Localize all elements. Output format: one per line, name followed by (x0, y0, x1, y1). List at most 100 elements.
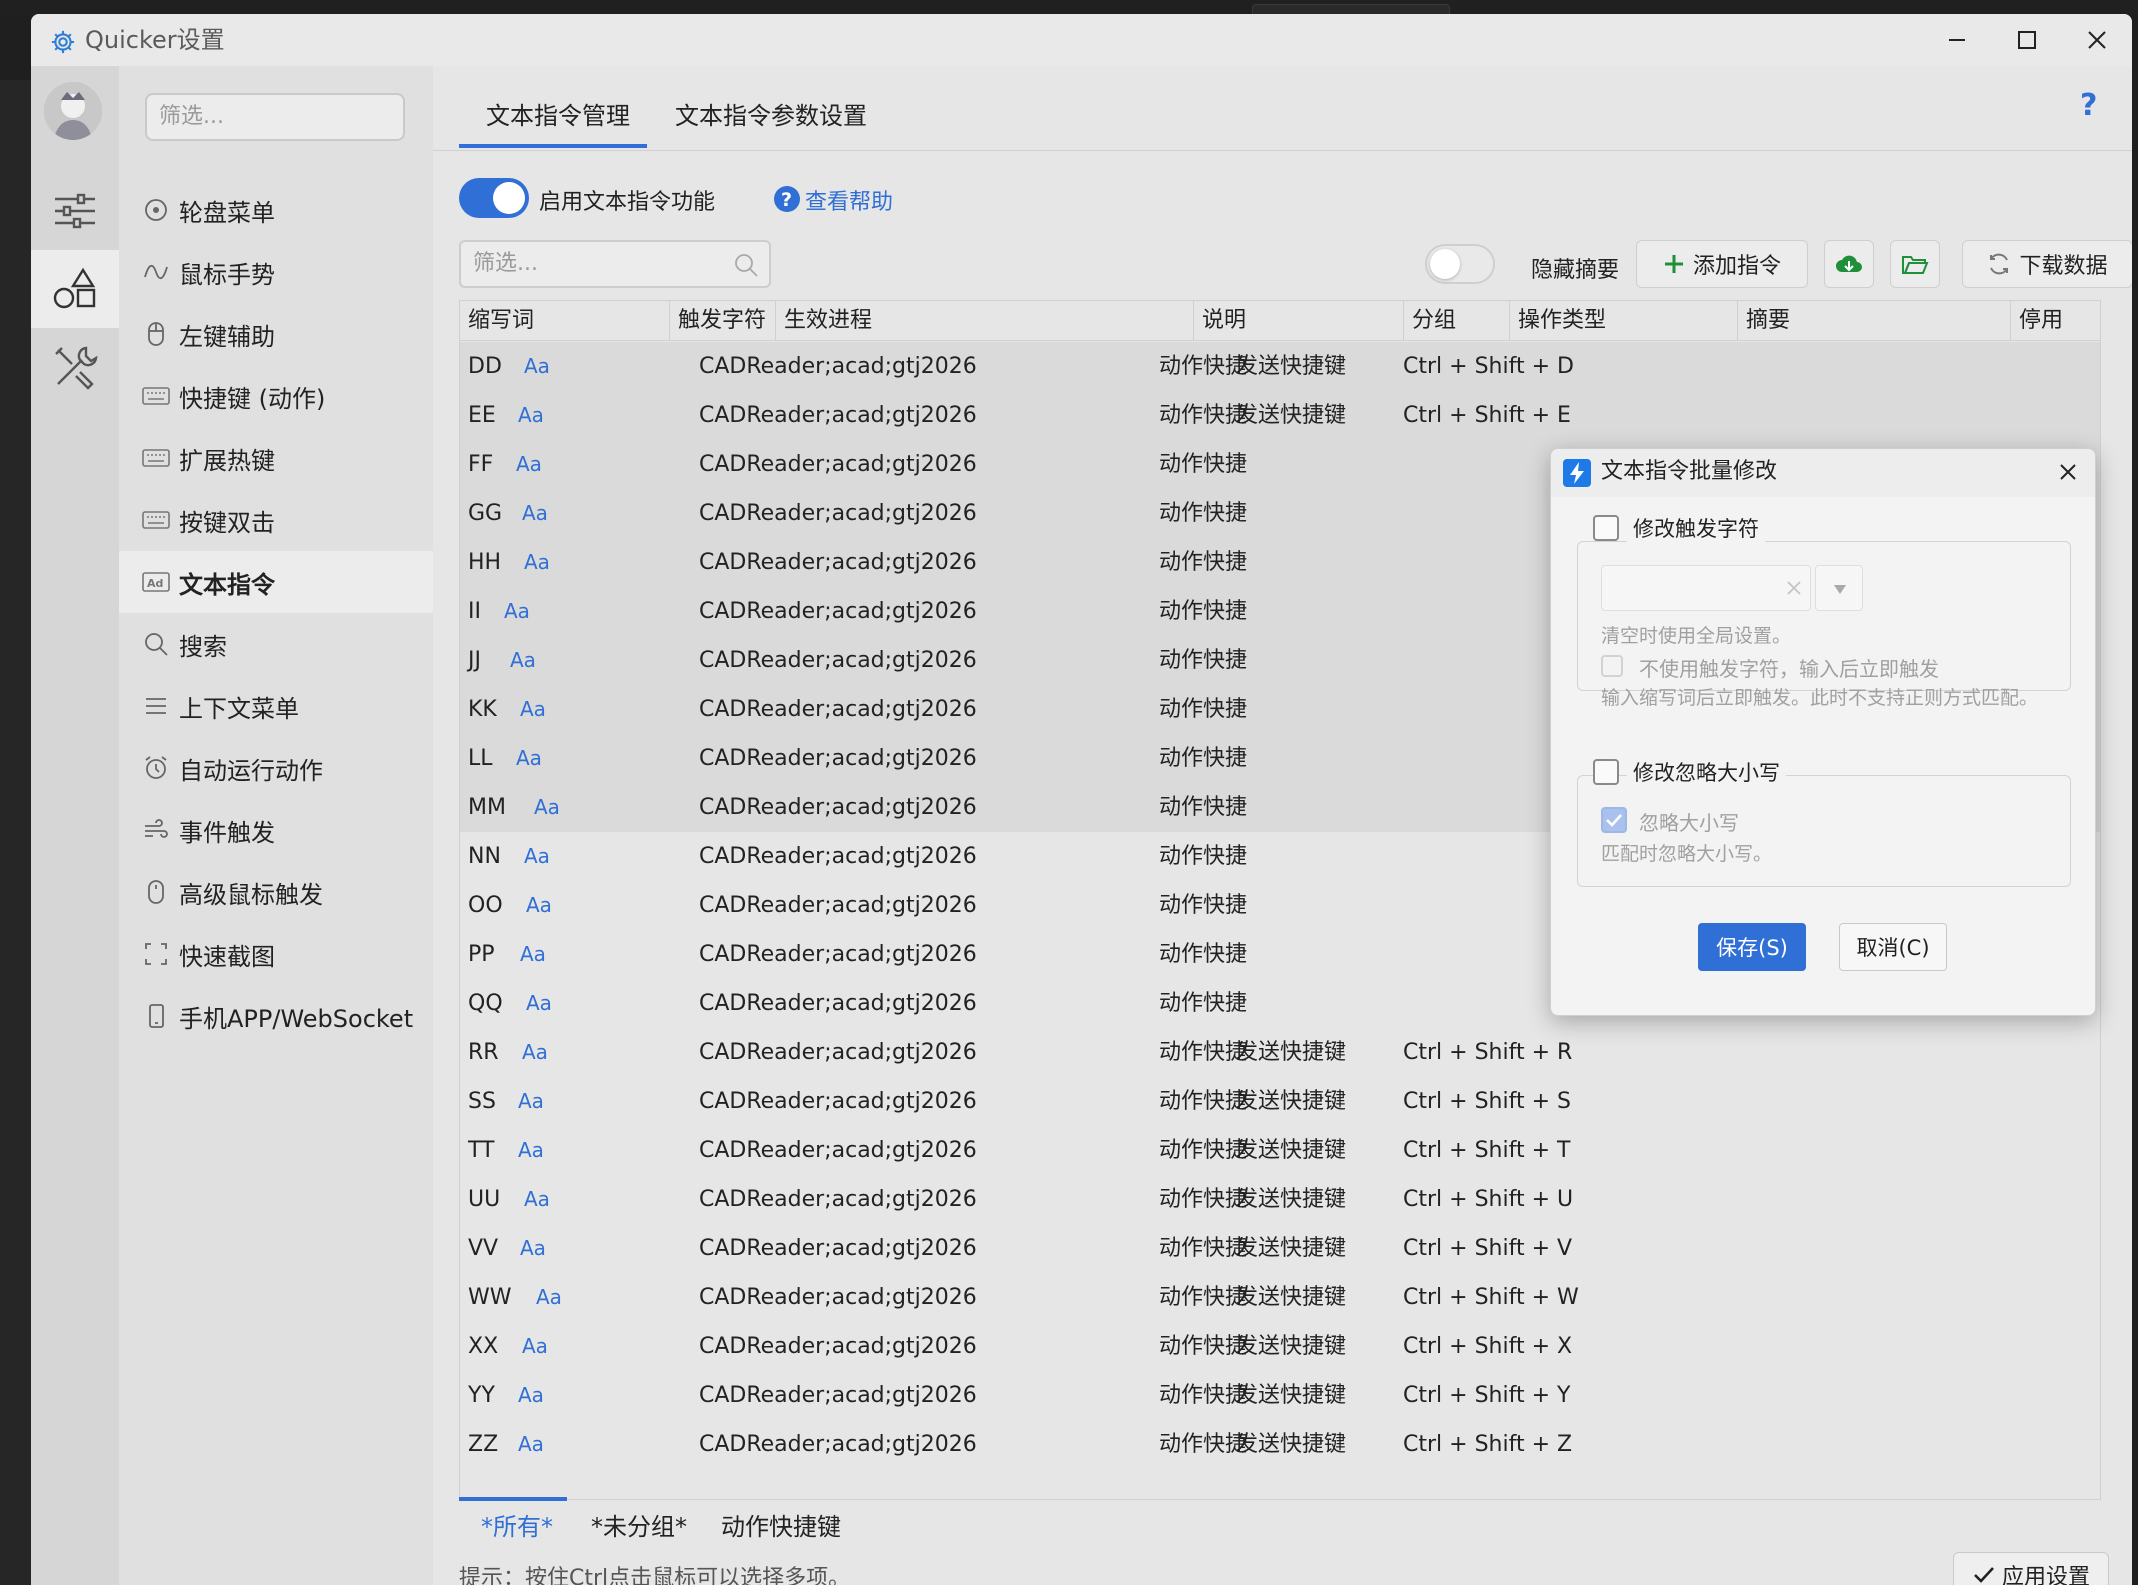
column-header-abbreviation[interactable]: 缩写词 (460, 301, 670, 341)
nav-filter-input[interactable]: 筛选... (145, 93, 405, 141)
column-header-disabled[interactable]: 停用 (2011, 301, 2101, 341)
cell-abbreviation: XX (468, 1334, 499, 1359)
column-header-group[interactable]: 分组 (1404, 301, 1510, 341)
cell-summary: Ctrl + Shift + V (1403, 1236, 1573, 1261)
column-header-summary[interactable]: 摘要 (1738, 301, 2011, 341)
trigger-char-input[interactable] (1601, 565, 1811, 611)
no-trigger-char-checkbox[interactable] (1601, 655, 1623, 677)
case-badge: Aa (510, 648, 536, 672)
cell-abbreviation: UU (468, 1187, 501, 1212)
table-row[interactable]: YY Aa CADReader;acad;gtj2026 动作快捷 发送快捷键 Ctrl … (460, 1371, 2100, 1420)
nav-item-auto-run[interactable]: 自动运行动作 (119, 737, 433, 799)
add-command-button[interactable]: 添加指令 (1636, 240, 1808, 288)
table-row[interactable]: XX Aa CADReader;acad;gtj2026 动作快捷 发送快捷键 Ctrl … (460, 1322, 2100, 1371)
table-row[interactable]: DD Aa CADReader;acad;gtj2026 动作快捷 发送快捷键 Ctrl … (460, 342, 2100, 391)
maximize-button[interactable] (1992, 14, 2062, 66)
ignore-case-label: 忽略大小写 (1639, 811, 1739, 835)
help-question-button[interactable]: ? (2080, 88, 2097, 123)
cell-process: CADReader;acad;gtj2026 (699, 1138, 977, 1163)
wind-icon (141, 815, 171, 845)
rail-triggers-button[interactable] (31, 250, 119, 328)
help-icon[interactable]: ? (773, 185, 801, 213)
table-row[interactable]: UU Aa CADReader;acad;gtj2026 动作快捷 发送快捷键 Ctrl … (460, 1175, 2100, 1224)
hide-summary-toggle[interactable] (1425, 244, 1495, 284)
nav-item-advanced-mouse-trigger[interactable]: 高级鼠标触发 (119, 861, 433, 923)
table-header: 缩写词 触发字符 生效进程 说明 分组 操作类型 摘要 停用 (460, 301, 2100, 341)
ignore-case-checkbox[interactable] (1601, 807, 1627, 833)
table-row[interactable]: WW Aa CADReader;acad;gtj2026 动作快捷 发送快捷键 Ctrl … (460, 1273, 2100, 1322)
tab-text-command-parameters[interactable]: 文本指令参数设置 (675, 96, 867, 131)
cell-abbreviation: SS (468, 1089, 496, 1114)
nav-item-key-double-press[interactable]: 按键双击 (119, 489, 433, 551)
keyboard-icon (141, 505, 171, 535)
title-bar[interactable]: Quicker设置 (31, 14, 2132, 66)
table-row[interactable]: EE Aa CADReader;acad;gtj2026 动作快捷 发送快捷键 Ctrl … (460, 391, 2100, 440)
table-row[interactable]: RR Aa CADReader;acad;gtj2026 动作快捷 发送快捷键 Ctrl … (460, 1028, 2100, 1077)
clear-icon[interactable] (1786, 580, 1802, 596)
no-trigger-char-description: 输入缩写词后立即触发。此时不支持正则方式匹配。 (1601, 687, 2039, 709)
nav-item-context-menu[interactable]: 上下文菜单 (119, 675, 433, 737)
modify-ignore-case-checkbox[interactable] (1593, 759, 1619, 785)
cloud-download-button[interactable] (1824, 240, 1874, 288)
dialog-close-button[interactable] (2053, 457, 2083, 487)
case-badge: Aa (524, 354, 550, 378)
table-row[interactable]: TT Aa CADReader;acad;gtj2026 动作快捷 发送快捷键 Ctrl … (460, 1126, 2100, 1175)
cell-summary: Ctrl + Shift + Z (1403, 1432, 1573, 1457)
save-button[interactable]: 保存(S) (1698, 923, 1806, 971)
minimize-button[interactable] (1922, 14, 1992, 66)
nav-item-text-command[interactable]: Ad 文本指令 (119, 551, 433, 613)
gear-icon (51, 30, 75, 54)
cell-operation-type: 发送快捷键 (1236, 1236, 1347, 1261)
cell-process: CADReader;acad;gtj2026 (699, 648, 977, 673)
rail-settings-button[interactable] (31, 172, 119, 250)
folder-open-icon (1902, 256, 1929, 274)
cell-operation-type: 发送快捷键 (1236, 354, 1347, 379)
filter-placeholder: 筛选... (473, 251, 538, 276)
nav-item-mobile-app[interactable]: 手机APP/WebSocket (119, 985, 433, 1047)
modify-trigger-char-checkbox[interactable] (1593, 515, 1619, 541)
table-row[interactable]: VV Aa CADReader;acad;gtj2026 动作快捷 发送快捷键 Ctrl … (460, 1224, 2100, 1273)
table-row[interactable]: ZZ Aa CADReader;acad;gtj2026 动作快捷 发送快捷键 Ctrl … (460, 1420, 2100, 1469)
avatar[interactable] (44, 82, 102, 140)
nav-item-left-click-assist[interactable]: 左键辅助 (119, 303, 433, 365)
column-header-trigger-char[interactable]: 触发字符 (670, 301, 776, 341)
enable-text-command-toggle[interactable] (459, 178, 529, 218)
nav-item-extended-hotkey[interactable]: 扩展热键 (119, 427, 433, 489)
group-tab-all[interactable]: *所有* (481, 1500, 553, 1554)
dialog-title: 文本指令批量修改 (1601, 459, 1778, 484)
cell-process: CADReader;acad;gtj2026 (699, 1432, 977, 1457)
multi-select-hint: 提示：按住Ctrl点击鼠标可以选择多项。 (459, 1566, 851, 1585)
group-tab-action-hotkey[interactable]: 动作快捷键 (721, 1500, 841, 1554)
tab-text-command-management[interactable]: 文本指令管理 (486, 96, 630, 131)
cell-operation-type: 发送快捷键 (1236, 1432, 1347, 1457)
trigger-char-dropdown[interactable] (1815, 565, 1863, 611)
case-badge: Aa (518, 1138, 544, 1162)
nav-item-wheel-menu[interactable]: 轮盘菜单 (119, 179, 433, 241)
nav-item-event-trigger[interactable]: 事件触发 (119, 799, 433, 861)
column-header-operation-type[interactable]: 操作类型 (1510, 301, 1738, 341)
nav-pane: 筛选... 轮盘菜单 鼠标手势 左键辅助 快捷键 (动作) 扩展热键 按键双击 … (119, 66, 433, 1585)
table-row[interactable]: SS Aa CADReader;acad;gtj2026 动作快捷 发送快捷键 Ctrl … (460, 1077, 2100, 1126)
group-tab-ungrouped[interactable]: *未分组* (591, 1500, 687, 1554)
filter-input[interactable]: 筛选... (459, 240, 771, 288)
cell-operation-type: 发送快捷键 (1236, 1383, 1347, 1408)
dialog-title-bar[interactable]: 文本指令批量修改 (1551, 449, 2095, 497)
view-help-link[interactable]: 查看帮助 (805, 184, 893, 216)
nav-item-search[interactable]: 搜索 (119, 613, 433, 675)
cell-process: CADReader;acad;gtj2026 (699, 1383, 977, 1408)
nav-item-mouse-gesture[interactable]: 鼠标手势 (119, 241, 433, 303)
cancel-button[interactable]: 取消(C) (1839, 923, 1947, 971)
close-button[interactable] (2062, 14, 2132, 66)
alarm-icon (141, 753, 171, 783)
open-folder-button[interactable] (1890, 240, 1940, 288)
rail-tools-button[interactable] (31, 328, 119, 406)
apply-settings-button[interactable]: 应用设置 (1953, 1552, 2109, 1585)
nav-item-hotkey-action[interactable]: 快捷键 (动作) (119, 365, 433, 427)
download-data-button[interactable]: 下载数据 (1962, 240, 2132, 288)
cell-operation-type: 发送快捷键 (1236, 1138, 1347, 1163)
column-header-process[interactable]: 生效进程 (776, 301, 1194, 341)
menu-icon (141, 691, 171, 721)
nav-item-quick-screenshot[interactable]: 快速截图 (119, 923, 433, 985)
clear-hint-text: 清空时使用全局设置。 (1601, 625, 1792, 647)
column-header-description[interactable]: 说明 (1194, 301, 1404, 341)
